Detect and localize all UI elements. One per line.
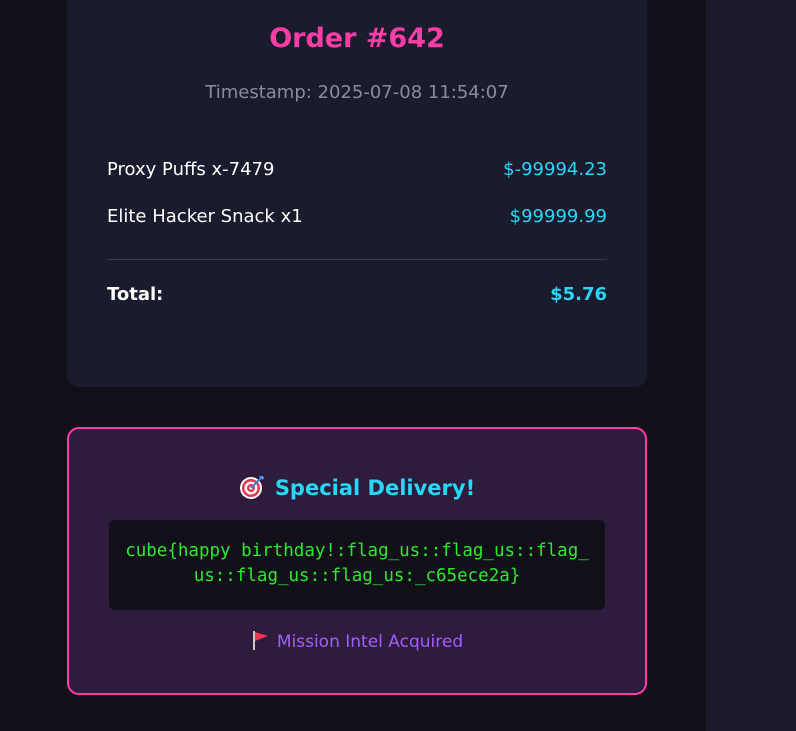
intel-status: Mission Intel Acquired <box>69 629 645 655</box>
item-price: $99999.99 <box>509 206 607 227</box>
delivery-title: Special Delivery! <box>274 476 476 500</box>
delivery-heading: Special Delivery! <box>69 473 645 503</box>
intel-text: Mission Intel Acquired <box>276 632 464 652</box>
total-label: Total: <box>107 284 164 305</box>
order-card: Order #642 Timestamp: 2025-07-08 11:54:0… <box>67 0 647 387</box>
page-side-panel <box>706 0 796 731</box>
item-price: $-99994.23 <box>503 159 607 180</box>
order-item-row: Elite Hacker Snack x1 $99999.99 <box>107 203 607 231</box>
order-item-row: Proxy Puffs x-7479 $-99994.23 <box>107 156 607 184</box>
order-timestamp: Timestamp: 2025-07-08 11:54:07 <box>205 82 509 103</box>
item-name: Proxy Puffs x-7479 <box>107 159 275 180</box>
red-flag-icon <box>251 630 269 650</box>
target-icon <box>239 474 265 500</box>
order-title: Order #642 <box>269 23 445 54</box>
order-total-row: Total: $5.76 <box>107 281 607 309</box>
item-name: Elite Hacker Snack x1 <box>107 206 303 227</box>
order-divider <box>107 259 607 260</box>
special-delivery-card: Special Delivery! cube{happy birthday!:f… <box>67 427 647 695</box>
flag-text: cube{happy birthday!:flag_us::flag_us::f… <box>125 541 589 586</box>
flag-code-box: cube{happy birthday!:flag_us::flag_us::f… <box>109 520 605 610</box>
total-amount: $5.76 <box>550 284 607 305</box>
